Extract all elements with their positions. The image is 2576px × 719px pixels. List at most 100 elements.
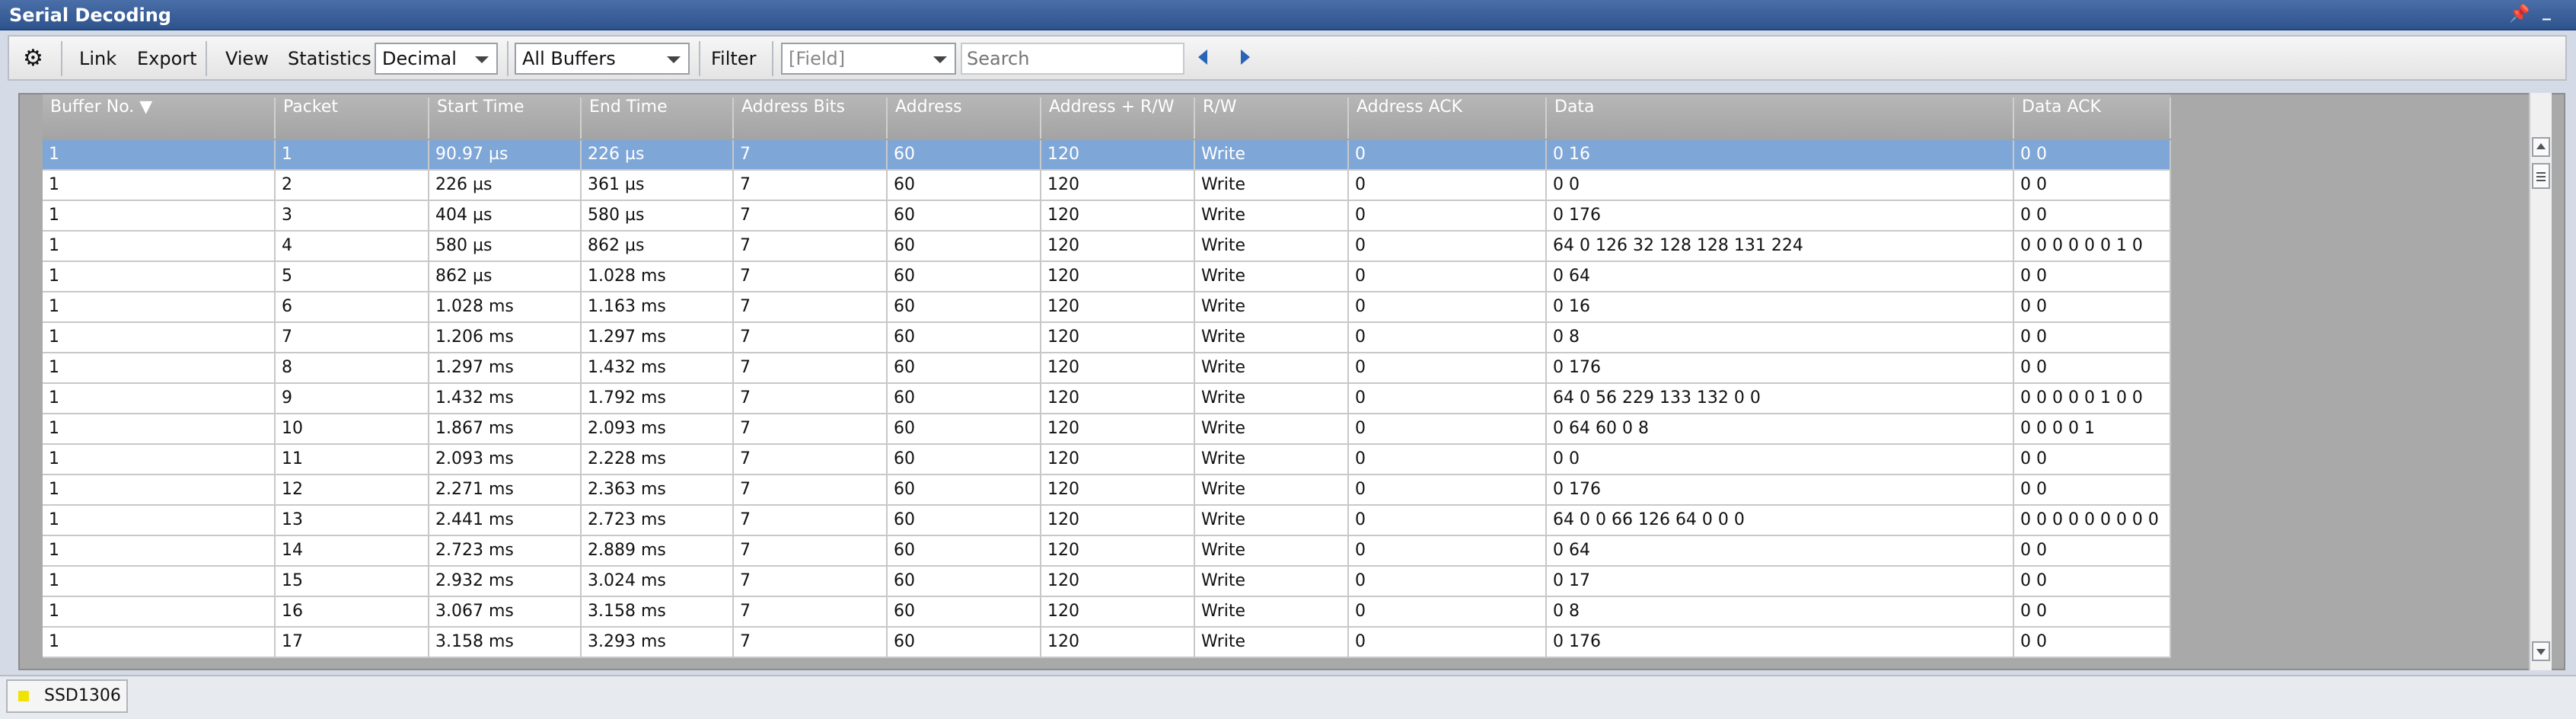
table-row[interactable]: 1 4 580 µs 862 µs 7 60 120 Write 0 64 0 126 32 12… (43, 232, 2171, 262)
table-cell: 2.363 ms (582, 475, 734, 504)
table-cell: 120 (1041, 536, 1195, 565)
pin-icon[interactable]: 📌 (2509, 5, 2530, 24)
previous-arrow-icon[interactable] (1198, 50, 1207, 65)
table-cell: 64 0 0 66 126 64 0 0 0 (1547, 506, 2014, 535)
column-header[interactable]: End Time (582, 97, 734, 139)
table-cell: 7 (734, 597, 888, 626)
column-header[interactable]: Address Bits (734, 97, 888, 139)
table-cell: 2 (276, 171, 429, 200)
table-cell: Write (1195, 567, 1349, 596)
bottom-tab-bar: SSD1306 (0, 675, 2576, 719)
table-row[interactable]: 1 7 1.206 ms 1.297 ms 7 60 120 Write 0 0 80 0 (43, 323, 2171, 353)
table-cell: Write (1195, 506, 1349, 535)
table-cell: 0 0 (2014, 475, 2171, 504)
table-row[interactable]: 1 9 1.432 ms 1.792 ms 7 60 120 Write 0 64 0 56 22… (43, 384, 2171, 414)
table-cell: 0 (1349, 262, 1547, 291)
table-row[interactable]: 1 16 3.067 ms 3.158 ms 7 60 120 Write 0 0 80 0 (43, 597, 2171, 628)
table-row[interactable]: 1 1 90.97 µs 226 µs 7 60 120 Write 0 0 16 0 0 (43, 140, 2171, 171)
table-cell: 120 (1041, 140, 1195, 169)
gear-icon[interactable]: ⚙ (23, 46, 43, 72)
table-cell: 1 (43, 323, 276, 352)
grip-icon (2536, 172, 2546, 174)
table-cell: 7 (734, 628, 888, 657)
table-row[interactable]: 1 2 226 µs 361 µs 7 60 120 Write 0 0 00 0 (43, 171, 2171, 201)
table-cell: 11 (276, 445, 429, 474)
table-cell: 0 (1349, 506, 1547, 535)
table-row[interactable]: 1 13 2.441 ms 2.723 ms 7 60 120 Write 0 64 0 0 66… (43, 506, 2171, 536)
field-placeholder: [Field] (789, 48, 846, 69)
table-row[interactable]: 1 3 404 µs 580 µs 7 60 120 Write 0 0 176 0 0 (43, 201, 2171, 232)
table-cell: 120 (1041, 353, 1195, 382)
table-cell: 0 0 (1547, 171, 2014, 200)
table-cell: 0 (1349, 445, 1547, 474)
view-button[interactable]: View (225, 46, 269, 72)
tab-ssd1306[interactable]: SSD1306 (6, 679, 128, 713)
table-cell: 0 0 (2014, 597, 2171, 626)
table-row[interactable]: 1 15 2.932 ms 3.024 ms 7 60 120 Write 0 0 17 0 0 (43, 567, 2171, 597)
scroll-up-button[interactable] (2532, 137, 2550, 157)
table-cell: 0 0 (2014, 567, 2171, 596)
table-cell: 1 (43, 262, 276, 291)
column-header[interactable]: Address ACK (1349, 97, 1547, 139)
link-button[interactable]: Link (79, 46, 116, 72)
filter-button[interactable]: Filter (711, 46, 756, 72)
table-row[interactable]: 1 5 862 µs 1.028 ms 7 60 120 Write 0 0 64 0 0 (43, 262, 2171, 292)
table-row[interactable]: 1 6 1.028 ms 1.163 ms 7 60 120 Write 0 0 16 0 0 (43, 292, 2171, 323)
column-header[interactable]: Buffer No. ▼ (43, 97, 276, 139)
number-format-select[interactable]: Decimal (375, 43, 498, 75)
table-row[interactable]: 1 10 1.867 ms 2.093 ms 7 60 120 Write 0 0 64 60 0… (43, 414, 2171, 445)
table-cell: Write (1195, 292, 1349, 321)
table-cell: 1.206 ms (429, 323, 582, 352)
table-cell: 0 (1349, 567, 1547, 596)
table-cell: 5 (276, 262, 429, 291)
table-cell: 120 (1041, 506, 1195, 535)
table-cell: 0 0 (2014, 171, 2171, 200)
table-cell: 120 (1041, 475, 1195, 504)
column-header[interactable]: Packet (276, 97, 429, 139)
field-select[interactable]: [Field] (781, 43, 956, 75)
table-cell: 0 0 (2014, 445, 2171, 474)
table-row[interactable]: 1 17 3.158 ms 3.293 ms 7 60 120 Write 0 0 176 0 0 (43, 628, 2171, 658)
table-cell: Write (1195, 140, 1349, 169)
table-cell: Write (1195, 171, 1349, 200)
table-row[interactable]: 1 8 1.297 ms 1.432 ms 7 60 120 Write 0 0 176 0 0 (43, 353, 2171, 384)
table-row[interactable]: 1 14 2.723 ms 2.889 ms 7 60 120 Write 0 0 64 0 0 (43, 536, 2171, 567)
table-cell: 1 (43, 353, 276, 382)
minimize-icon[interactable]: _ (2543, 2, 2551, 21)
buffers-select[interactable]: All Buffers (515, 43, 690, 75)
table-cell: 0 16 (1547, 140, 2014, 169)
vertical-scrollbar[interactable] (2529, 93, 2552, 670)
table-cell: 12 (276, 475, 429, 504)
table-cell: 0 0 (2014, 140, 2171, 169)
table-row[interactable]: 1 11 2.093 ms 2.228 ms 7 60 120 Write 0 0 00 0 (43, 445, 2171, 475)
table-cell: 16 (276, 597, 429, 626)
statistics-button[interactable]: Statistics (288, 46, 371, 72)
table-cell: 60 (888, 140, 1041, 169)
scroll-thumb[interactable] (2532, 163, 2550, 189)
table-cell: 60 (888, 506, 1041, 535)
table-cell: 1 (43, 201, 276, 230)
table-cell: 580 µs (429, 232, 582, 260)
table-cell: 0 0 (2014, 292, 2171, 321)
next-arrow-icon[interactable] (1241, 50, 1250, 65)
column-header[interactable]: Address + R/W (1041, 97, 1195, 139)
table-cell: 1.867 ms (429, 414, 582, 443)
column-header[interactable]: Address (888, 97, 1041, 139)
table-row[interactable]: 1 12 2.271 ms 2.363 ms 7 60 120 Write 0 0 176 0 0 (43, 475, 2171, 506)
column-header[interactable]: Data ACK (2014, 97, 2171, 139)
table-cell: 0 0 0 0 1 (2014, 414, 2171, 443)
table-cell: 2.093 ms (429, 445, 582, 474)
column-header[interactable]: Start Time (429, 97, 582, 139)
table-cell: 0 (1349, 201, 1547, 230)
scroll-down-button[interactable] (2532, 641, 2550, 661)
search-input[interactable] (961, 43, 1184, 75)
column-header[interactable]: Data (1547, 97, 2014, 139)
export-button[interactable]: Export (137, 46, 197, 72)
column-header[interactable]: R/W (1195, 97, 1349, 139)
table-cell: 1 (43, 475, 276, 504)
table-cell: 1.297 ms (582, 323, 734, 352)
table-cell: 120 (1041, 292, 1195, 321)
table-cell: 60 (888, 384, 1041, 413)
table-cell: 3.158 ms (429, 628, 582, 657)
table-cell: 0 176 (1547, 628, 2014, 657)
